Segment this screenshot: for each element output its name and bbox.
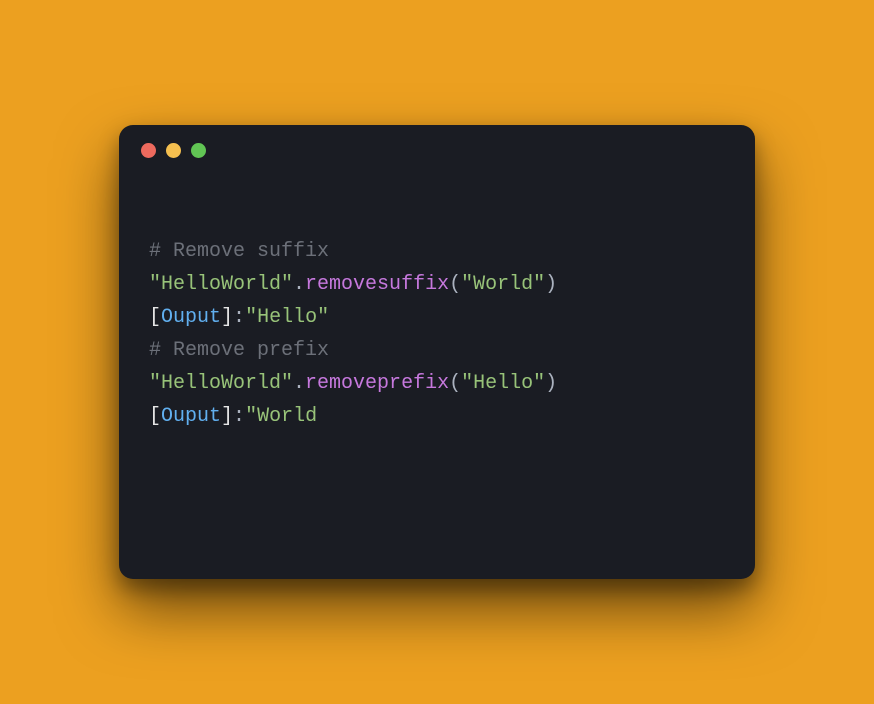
titlebar bbox=[119, 125, 755, 175]
colon: : bbox=[233, 306, 245, 329]
code-window: # Remove suffix"HelloWorld".removesuffix… bbox=[119, 125, 755, 579]
bracket-open: [ bbox=[149, 405, 161, 428]
string-literal: "HelloWorld" bbox=[149, 372, 293, 395]
code-line: [Ouput]:"Hello" bbox=[149, 301, 725, 334]
maximize-icon[interactable] bbox=[191, 143, 206, 158]
string-literal: "HelloWorld" bbox=[149, 273, 293, 296]
method-name: removesuffix bbox=[305, 273, 449, 296]
output-label: Ouput bbox=[161, 405, 221, 428]
code-line: # Remove prefix bbox=[149, 334, 725, 367]
paren-close: ) bbox=[545, 273, 557, 296]
code-area: # Remove suffix"HelloWorld".removesuffix… bbox=[119, 175, 755, 453]
bracket-close: ] bbox=[221, 306, 233, 329]
string-literal: "World bbox=[245, 405, 317, 428]
comment-text: # Remove prefix bbox=[149, 339, 329, 362]
bracket-close: ] bbox=[221, 405, 233, 428]
bracket-open: [ bbox=[149, 306, 161, 329]
paren-close: ) bbox=[545, 372, 557, 395]
output-label: Ouput bbox=[161, 306, 221, 329]
code-line: "HelloWorld".removeprefix("Hello") bbox=[149, 367, 725, 400]
string-literal: "World" bbox=[461, 273, 545, 296]
code-line: [Ouput]:"World bbox=[149, 400, 725, 433]
string-literal: "Hello" bbox=[461, 372, 545, 395]
colon: : bbox=[233, 405, 245, 428]
minimize-icon[interactable] bbox=[166, 143, 181, 158]
comment-text: # Remove suffix bbox=[149, 240, 329, 263]
paren-open: ( bbox=[449, 273, 461, 296]
dot-operator: . bbox=[293, 372, 305, 395]
close-icon[interactable] bbox=[141, 143, 156, 158]
code-line: # Remove suffix bbox=[149, 235, 725, 268]
code-line: "HelloWorld".removesuffix("World") bbox=[149, 268, 725, 301]
method-name: removeprefix bbox=[305, 372, 449, 395]
paren-open: ( bbox=[449, 372, 461, 395]
string-literal: "Hello" bbox=[245, 306, 329, 329]
dot-operator: . bbox=[293, 273, 305, 296]
